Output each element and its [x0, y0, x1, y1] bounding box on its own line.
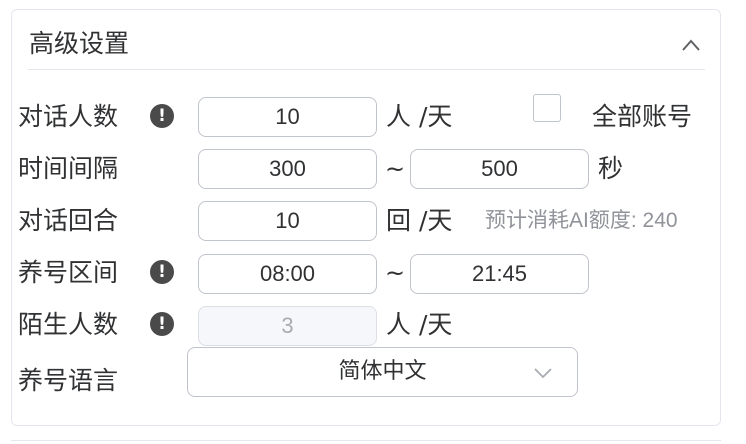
chevron-down-icon — [533, 367, 553, 379]
language-select[interactable]: 简体中文 — [187, 347, 578, 397]
next-panel-edge — [11, 440, 721, 441]
nurture-window-label: 养号区间 — [18, 258, 119, 287]
exclamation-circle-icon[interactable]: ! — [150, 104, 174, 128]
interval-unit: 秒 — [598, 154, 624, 183]
nurture-start-input[interactable]: 08:00 — [198, 254, 377, 294]
daily-chats-label: 对话人数 — [18, 102, 119, 131]
nurture-separator: ~ — [385, 259, 406, 287]
language-label: 养号语言 — [18, 366, 119, 395]
rounds-label: 对话回合 — [18, 206, 119, 235]
daily-chats-input[interactable]: 10 — [198, 97, 377, 137]
daily-chats-unit: 人 /天 — [386, 102, 453, 131]
all-accounts-label: 全部账号 — [592, 102, 693, 131]
rounds-unit: 回 /天 — [386, 206, 453, 235]
strangers-input: 3 — [198, 306, 377, 346]
strangers-unit: 人 /天 — [386, 310, 453, 339]
panel-header[interactable]: 高级设置 — [28, 10, 705, 70]
ai-quota-hint: 预计消耗AI额度: 240 — [485, 209, 678, 232]
strangers-label: 陌生人数 — [18, 310, 119, 339]
rounds-input[interactable]: 10 — [198, 201, 377, 241]
interval-label: 时间间隔 — [18, 154, 119, 183]
interval-min-input[interactable]: 300 — [198, 149, 377, 189]
exclamation-circle-icon[interactable]: ! — [150, 260, 174, 284]
chevron-up-icon[interactable] — [681, 38, 701, 52]
interval-max-input[interactable]: 500 — [410, 149, 589, 189]
panel-title: 高级设置 — [29, 29, 130, 58]
interval-separator: ~ — [385, 155, 406, 183]
exclamation-circle-icon[interactable]: ! — [150, 312, 174, 336]
nurture-end-input[interactable]: 21:45 — [410, 254, 589, 294]
language-selected-value: 简体中文 — [338, 359, 427, 384]
all-accounts-checkbox[interactable] — [533, 94, 561, 122]
